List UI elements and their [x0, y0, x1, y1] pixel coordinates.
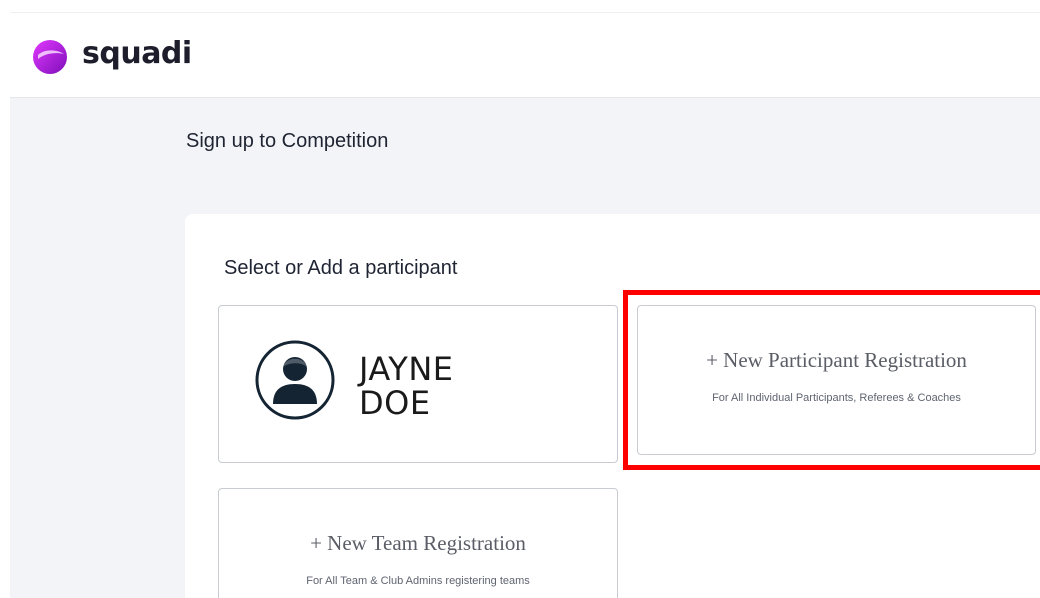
- page-title: Sign up to Competition: [186, 130, 389, 152]
- new-team-registration-card[interactable]: + New Team Registration For All Team & C…: [218, 488, 618, 598]
- top-strip: [0, 0, 1040, 12]
- logo-text: squadi: [82, 36, 192, 71]
- participant-card-jayne-doe[interactable]: JAYNE DOE: [218, 305, 618, 463]
- new-participant-subtext: For All Individual Participants, Referee…: [712, 392, 961, 404]
- squadi-logo-icon: [33, 40, 67, 74]
- squadi-logo[interactable]: squadi: [32, 36, 192, 75]
- participant-first-name: JAYNE: [359, 350, 454, 388]
- user-avatar-icon: [255, 340, 335, 420]
- panel-title: Select or Add a participant: [224, 257, 458, 279]
- new-team-label: + New Team Registration: [310, 531, 526, 555]
- new-participant-registration-card[interactable]: + New Participant Registration For All I…: [637, 305, 1036, 455]
- app-header: squadi: [10, 12, 1040, 98]
- new-team-subtext: For All Team & Club Admins registering t…: [306, 575, 530, 587]
- participant-name: JAYNE DOE: [359, 352, 453, 420]
- page: squadi Sign up to Competition Select or …: [0, 0, 1040, 598]
- participant-last-name: DOE: [359, 384, 431, 422]
- new-participant-label: + New Participant Registration: [706, 348, 967, 372]
